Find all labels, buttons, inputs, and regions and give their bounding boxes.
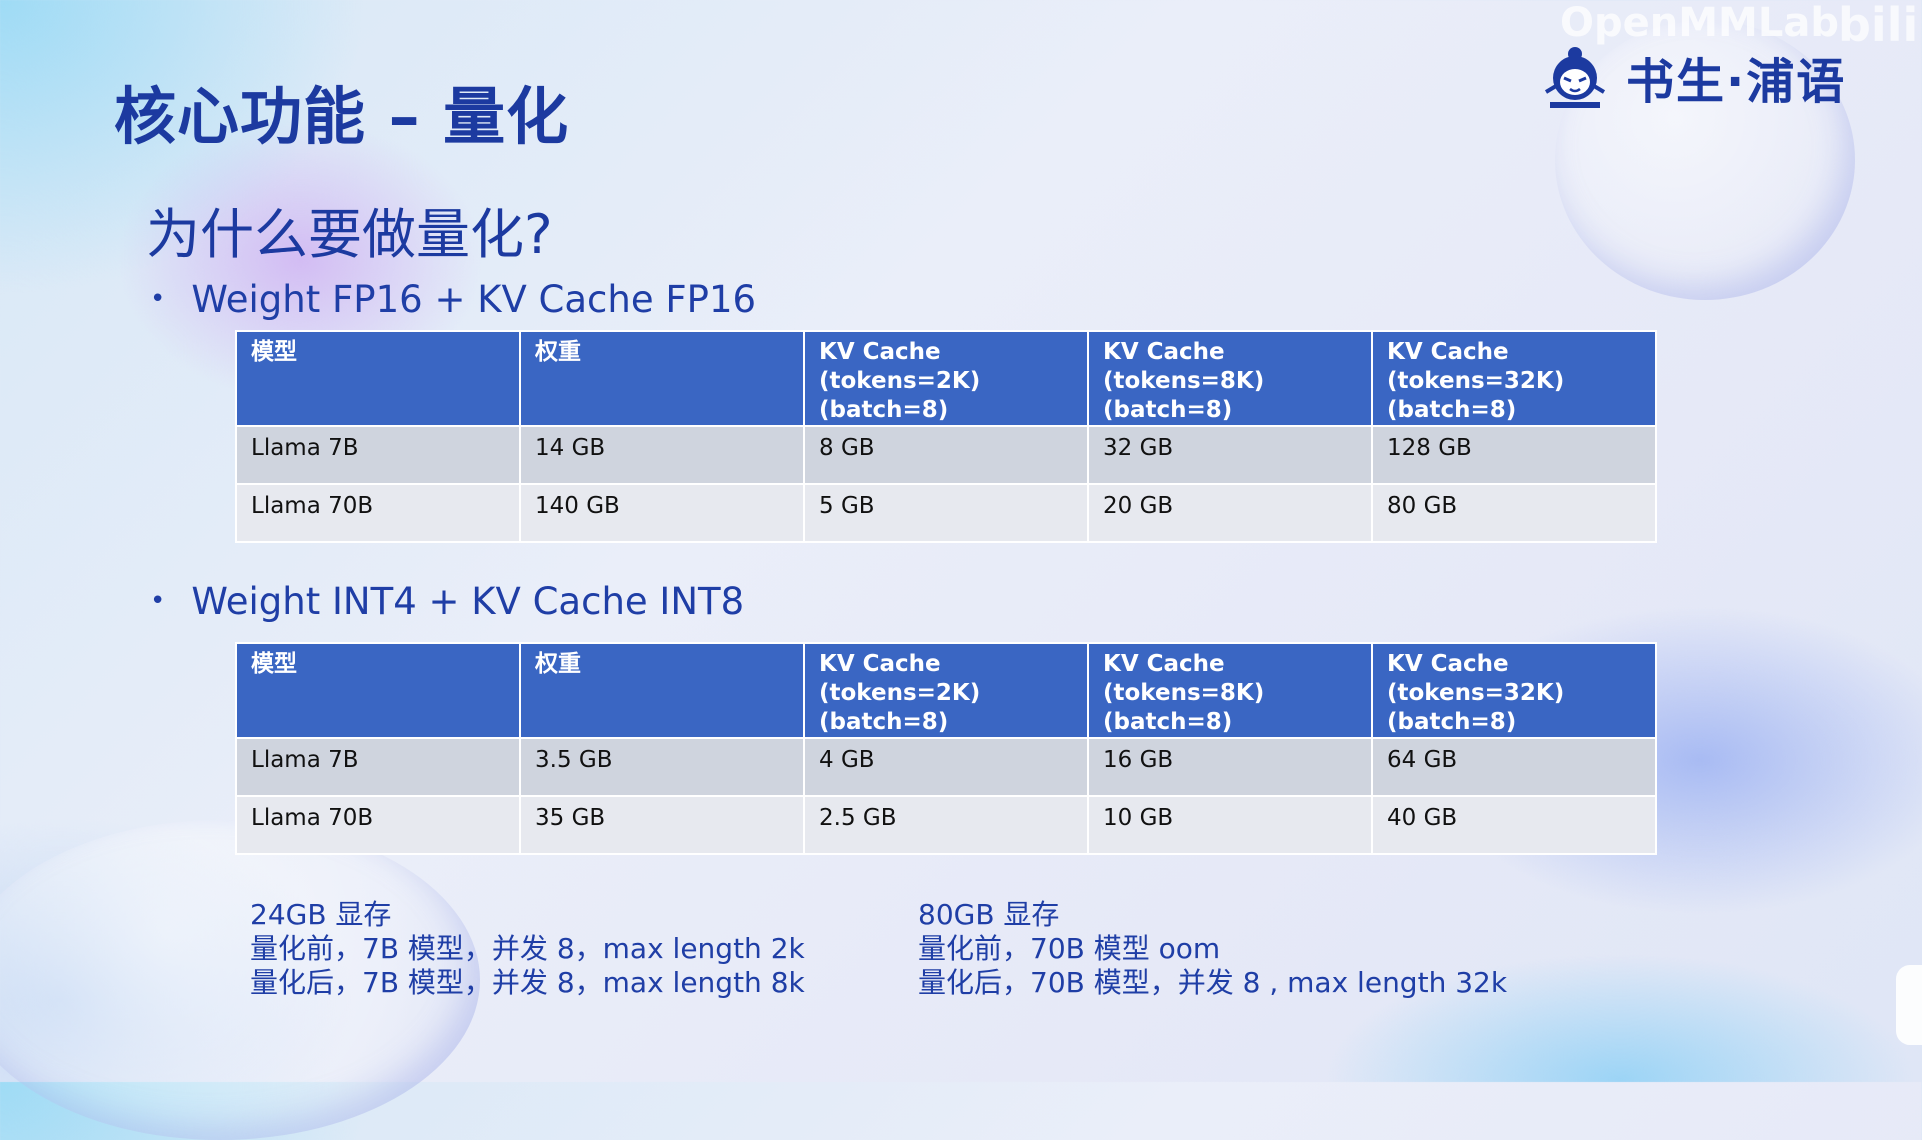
table-cell: 10 GB xyxy=(1087,795,1373,855)
table-cell: 2.5 GB xyxy=(803,795,1089,855)
table-cell: 64 GB xyxy=(1371,737,1657,797)
header-weight: 权重 xyxy=(519,642,805,739)
table-header-row: 模型 权重 KV Cache (tokens=2K) (batch=8) KV … xyxy=(235,642,1657,739)
table-row: Llama 70B 35 GB 2.5 GB 10 GB 40 GB xyxy=(235,795,1657,855)
header-text: 权重 xyxy=(535,651,581,677)
watermark-text: OpenMMLab xyxy=(1560,0,1839,46)
table-header-row: 模型 权重 KV Cache (tokens=2K) (batch=8) KV … xyxy=(235,330,1657,427)
header-text: (tokens=8K) xyxy=(1103,368,1265,394)
bullet-dot-icon: • xyxy=(150,284,166,314)
fp16-memory-table: 模型 权重 KV Cache (tokens=2K) (batch=8) KV … xyxy=(235,330,1657,543)
header-text: KV Cache xyxy=(819,339,941,365)
header-text: KV Cache xyxy=(819,651,941,677)
table-cell: 8 GB xyxy=(803,425,1089,485)
slide-title: 核心功能 – 量化 xyxy=(114,80,570,153)
table-cell: 16 GB xyxy=(1087,737,1373,797)
header-text: (batch=8) xyxy=(1103,397,1233,423)
table-cell: Llama 7B xyxy=(235,425,521,485)
header-text: (tokens=2K) xyxy=(819,368,981,394)
slide-subtitle: 为什么要做量化? xyxy=(146,203,553,266)
header-text: (tokens=32K) xyxy=(1387,368,1565,394)
header-kv-8k: KV Cache (tokens=8K) (batch=8) xyxy=(1087,330,1373,427)
table-row: Llama 7B 14 GB 8 GB 32 GB 128 GB xyxy=(235,425,1657,485)
table-cell: Llama 7B xyxy=(235,737,521,797)
note-line: 量化前，70B 模型 oom xyxy=(918,932,1221,965)
section2-bullet: • Weight INT4 + KV Cache INT8 xyxy=(150,580,744,623)
note-line: 80GB 显存 xyxy=(918,898,1060,931)
brand-logo: 书生·浦语 xyxy=(1540,42,1846,112)
table-cell: 140 GB xyxy=(519,483,805,543)
header-text: KV Cache xyxy=(1387,339,1509,365)
table-cell: 5 GB xyxy=(803,483,1089,543)
note-line: 24GB 显存 xyxy=(250,898,392,931)
header-text: (batch=8) xyxy=(819,397,949,423)
header-weight: 权重 xyxy=(519,330,805,427)
table-cell: Llama 70B xyxy=(235,483,521,543)
header-kv-2k: KV Cache (tokens=2K) (batch=8) xyxy=(803,330,1089,427)
note-80gb: 80GB 显存 量化前，70B 模型 oom 量化后，70B 模型，并发 8 ,… xyxy=(918,898,1507,1000)
section1-bullet: • Weight FP16 + KV Cache FP16 xyxy=(150,278,756,321)
table-row: Llama 7B 3.5 GB 4 GB 16 GB 64 GB xyxy=(235,737,1657,797)
scholar-mascot-icon xyxy=(1544,47,1606,108)
table-row: Llama 70B 140 GB 5 GB 20 GB 80 GB xyxy=(235,483,1657,543)
note-line: 量化后，7B 模型，并发 8，max length 8k xyxy=(250,966,805,999)
bilibili-watermark: bili xyxy=(1838,0,1919,52)
int4-memory-table: 模型 权重 KV Cache (tokens=2K) (batch=8) KV … xyxy=(235,642,1657,855)
header-text: KV Cache xyxy=(1103,339,1225,365)
table-cell: 14 GB xyxy=(519,425,805,485)
header-text: (tokens=2K) xyxy=(819,680,981,706)
header-text: (batch=8) xyxy=(1387,709,1517,735)
table-cell: 40 GB xyxy=(1371,795,1657,855)
header-kv-8k: KV Cache (tokens=8K) (batch=8) xyxy=(1087,642,1373,739)
header-kv-32k: KV Cache (tokens=32K) (batch=8) xyxy=(1371,642,1657,739)
header-kv-32k: KV Cache (tokens=32K) (batch=8) xyxy=(1371,330,1657,427)
note-24gb: 24GB 显存 量化前，7B 模型，并发 8，max length 2k 量化后… xyxy=(250,898,805,1000)
header-text: 模型 xyxy=(251,651,297,677)
table-cell: 128 GB xyxy=(1371,425,1657,485)
header-kv-2k: KV Cache (tokens=2K) (batch=8) xyxy=(803,642,1089,739)
header-text: 模型 xyxy=(251,339,297,365)
brand-name: 书生·浦语 xyxy=(1626,54,1847,110)
table-cell: 80 GB xyxy=(1371,483,1657,543)
table-cell: 35 GB xyxy=(519,795,805,855)
header-text: (batch=8) xyxy=(1387,397,1517,423)
bullet-dot-icon: • xyxy=(150,586,166,616)
header-text: (tokens=32K) xyxy=(1387,680,1565,706)
header-text: (tokens=8K) xyxy=(1103,680,1265,706)
header-text: (batch=8) xyxy=(819,709,949,735)
header-model: 模型 xyxy=(235,642,521,739)
table-cell: 32 GB xyxy=(1087,425,1373,485)
header-model: 模型 xyxy=(235,330,521,427)
header-text: KV Cache xyxy=(1387,651,1509,677)
header-text: (batch=8) xyxy=(1103,709,1233,735)
table-cell: 20 GB xyxy=(1087,483,1373,543)
table-cell: 4 GB xyxy=(803,737,1089,797)
note-line: 量化后，70B 模型，并发 8 , max length 32k xyxy=(918,966,1508,999)
section2-label: Weight INT4 + KV Cache INT8 xyxy=(191,580,745,623)
table-cell: 3.5 GB xyxy=(519,737,805,797)
header-text: KV Cache xyxy=(1103,651,1225,677)
note-line: 量化前，7B 模型，并发 8，max length 2k xyxy=(250,932,805,965)
table-cell: Llama 70B xyxy=(235,795,521,855)
header-text: 权重 xyxy=(535,339,581,365)
side-float-tab[interactable] xyxy=(1896,965,1922,1045)
section1-label: Weight FP16 + KV Cache FP16 xyxy=(191,278,757,321)
